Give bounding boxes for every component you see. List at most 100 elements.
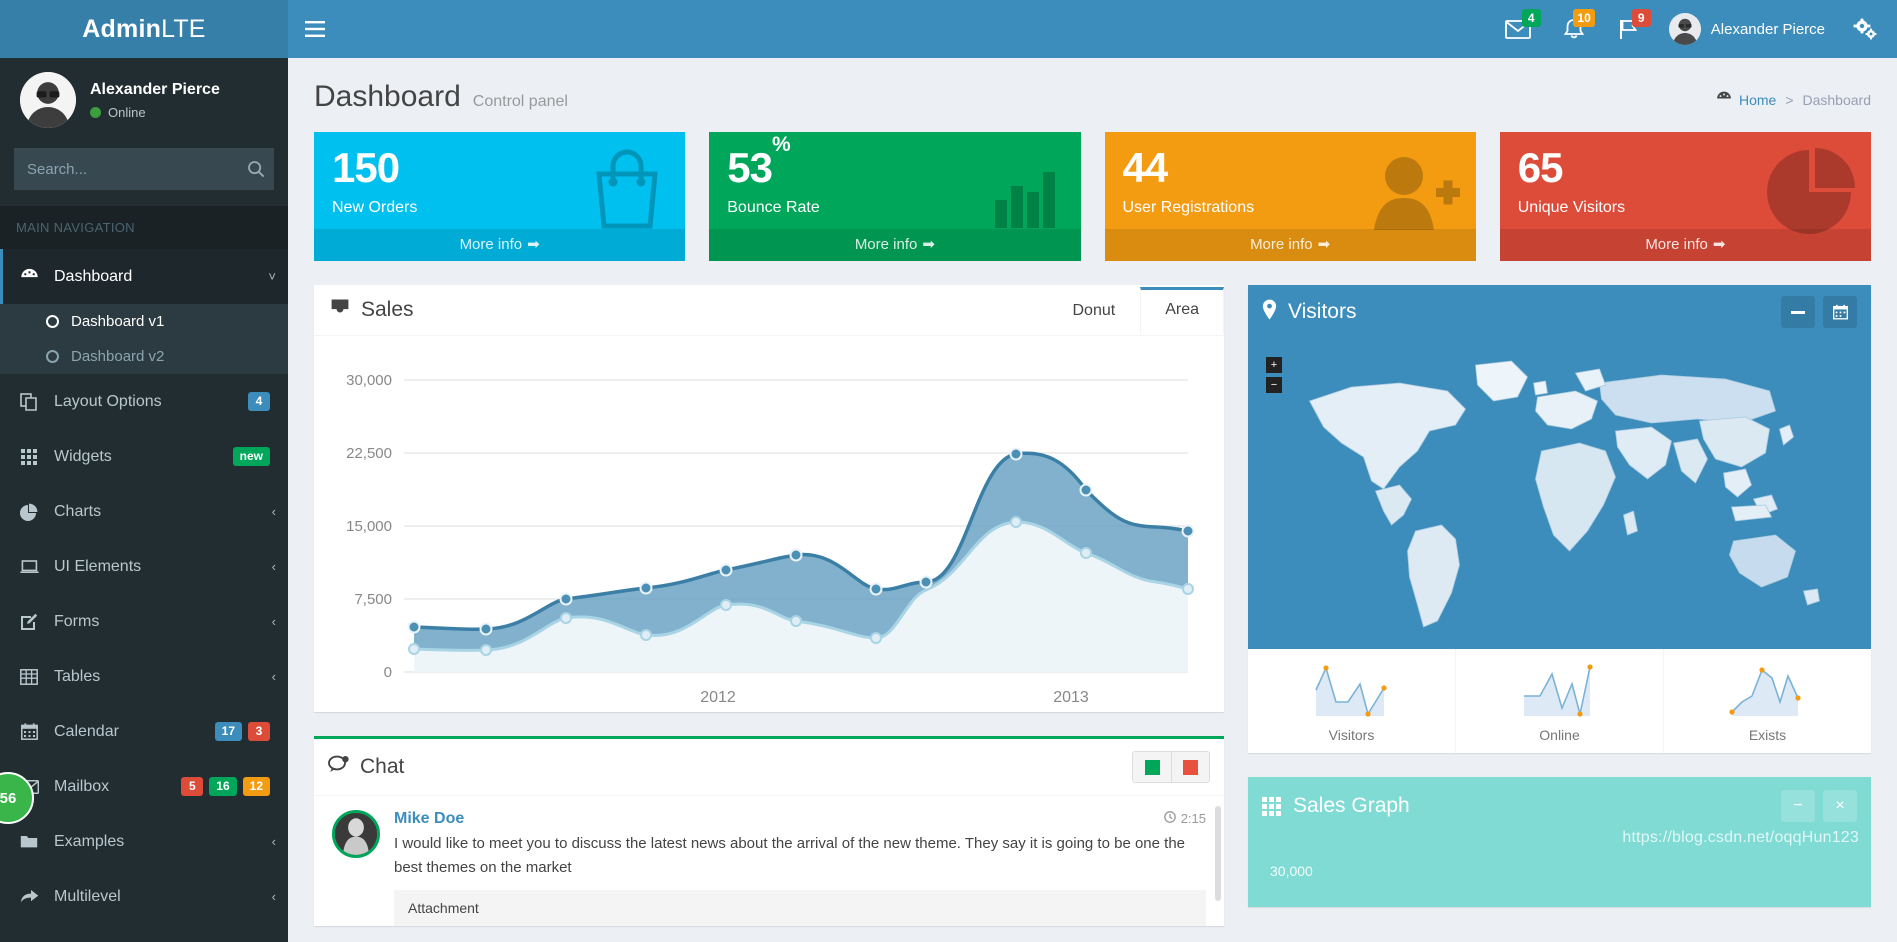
sidebar-item-tables[interactable]: Tables ‹: [0, 649, 288, 704]
share-icon: [18, 889, 40, 904]
chat-panel-controls: [1132, 751, 1210, 783]
laptop-icon: [18, 559, 40, 575]
sidebar-item-charts[interactable]: Charts ‹: [0, 484, 288, 539]
sidebar-item-label: UI Elements: [54, 558, 258, 576]
sidebar-section-header: MAIN NAVIGATION: [0, 206, 288, 249]
sidebar-toggle-button[interactable]: [288, 0, 342, 58]
stat-more-info-link[interactable]: More info➡: [314, 229, 685, 261]
chat-message-body: Mike Doe 2:15 I would like t: [394, 810, 1206, 926]
sidebar-item-layout-options[interactable]: Layout Options 4: [0, 374, 288, 429]
sidebar-item-label: Widgets: [54, 448, 219, 466]
folder-icon: [18, 834, 40, 849]
stat-value: 53%: [727, 146, 1062, 190]
sidebar-item-label: Dashboard: [54, 268, 254, 286]
sidebar-item-multilevel[interactable]: Multilevel ‹: [0, 869, 288, 924]
files-icon: [18, 393, 40, 411]
stat-more-info-link[interactable]: More info➡: [1500, 229, 1871, 261]
tab-area[interactable]: Area: [1140, 287, 1224, 334]
chat-scrollbar[interactable]: [1215, 806, 1221, 901]
area-chart-svg: 30,000 22,500 15,000 7,500 0: [326, 350, 1206, 702]
messages-menu-button[interactable]: 4: [1489, 0, 1547, 58]
chat-attachment[interactable]: Attachment: [394, 890, 1206, 926]
sidebar-badge: 4: [248, 392, 270, 411]
sidebar-item-calendar[interactable]: Calendar 17 3: [0, 704, 288, 759]
sales-graph-controls: − ×: [1781, 790, 1857, 822]
sparkline-label: Exists: [1672, 727, 1863, 743]
zoom-in-button[interactable]: +: [1266, 357, 1282, 373]
breadcrumb-home-link[interactable]: Home: [1716, 90, 1776, 109]
sparkline-visitors[interactable]: Visitors: [1248, 649, 1455, 753]
sidebar-item-label: Layout Options: [54, 393, 234, 411]
sidebar-item-ui-elements[interactable]: UI Elements ‹: [0, 539, 288, 594]
chat-status-green-button[interactable]: [1133, 752, 1171, 782]
chat-status-red-button[interactable]: [1171, 752, 1209, 782]
search-icon[interactable]: [238, 149, 273, 189]
chevron-left-icon: ‹: [272, 559, 276, 574]
stat-more-info-link[interactable]: More info➡: [709, 229, 1080, 261]
search-input[interactable]: [15, 161, 238, 178]
visitors-map-panel: Visitors: [1248, 285, 1871, 753]
stat-boxes-row: 150 New Orders More info➡ 53% Bounce Rat…: [314, 132, 1871, 261]
sidebar-item-widgets[interactable]: Widgets new: [0, 429, 288, 484]
sidebar-item-label: Calendar: [54, 723, 201, 741]
sales-panel-header: Sales Donut Area: [314, 285, 1224, 336]
user-menu-button[interactable]: Alexander Pierce: [1657, 0, 1841, 58]
circle-o-icon: [46, 350, 59, 363]
sidebar-item-forms[interactable]: Forms ‹: [0, 594, 288, 649]
arrow-circle-right-icon: ➡: [922, 236, 935, 253]
sidebar-badge: 12: [243, 777, 270, 796]
map-marker-icon: [1262, 299, 1277, 326]
breadcrumb-current: Dashboard: [1803, 92, 1872, 108]
table-icon: [18, 669, 40, 685]
brand-logo[interactable]: AdminLTE: [0, 0, 288, 58]
stat-box-unique-visitors[interactable]: 65 Unique Visitors More info➡: [1500, 132, 1871, 261]
tab-donut[interactable]: Donut: [1048, 287, 1141, 334]
svg-text:15,000: 15,000: [346, 518, 392, 535]
minimize-button[interactable]: −: [1781, 790, 1815, 822]
control-sidebar-toggle[interactable]: [1841, 0, 1897, 58]
right-column: Visitors: [1248, 285, 1871, 942]
stat-box-bounce-rate[interactable]: 53% Bounce Rate More info➡: [709, 132, 1080, 261]
stat-more-info-link[interactable]: More info➡: [1105, 229, 1476, 261]
chevron-left-icon: ‹: [272, 504, 276, 519]
minimize-button[interactable]: [1781, 296, 1815, 328]
sidebar-user-status-label: Online: [108, 105, 146, 120]
top-navbar: 4 10 9 Alexander Pierce: [288, 0, 1897, 58]
zoom-out-button[interactable]: −: [1266, 377, 1282, 393]
sales-graph-axis-label: 30,000: [1270, 863, 1313, 879]
sidebar-item-mailbox[interactable]: Mailbox 5 16 12: [0, 759, 288, 814]
sparkline-label: Online: [1464, 727, 1655, 743]
stat-label: Unique Visitors: [1518, 199, 1853, 221]
sparkline-exists[interactable]: Exists: [1663, 649, 1871, 753]
sidebar-badge: 3: [248, 722, 270, 741]
chat-panel-header: Chat: [314, 739, 1224, 796]
dashboard-columns: Sales Donut Area: [314, 285, 1871, 942]
calendar-icon: [18, 723, 40, 740]
sidebar-item-dashboard[interactable]: Dashboard ˅: [0, 249, 288, 304]
visitor-sparklines: Visitors Online: [1248, 649, 1871, 753]
stat-box-user-registrations[interactable]: 44 User Registrations More info➡: [1105, 132, 1476, 261]
sparkline-online[interactable]: Online: [1455, 649, 1663, 753]
stat-box-new-orders[interactable]: 150 New Orders More info➡: [314, 132, 685, 261]
close-button[interactable]: ×: [1823, 790, 1857, 822]
world-map[interactable]: + −: [1248, 339, 1871, 649]
svg-text:0: 0: [384, 664, 392, 681]
content-body: 150 New Orders More info➡ 53% Bounce Rat…: [288, 132, 1897, 942]
sidebar-subitem-dashboard-v2[interactable]: Dashboard v2: [0, 339, 288, 374]
chat-panel-title: Chat: [328, 755, 404, 780]
tasks-menu-button[interactable]: 9: [1601, 0, 1657, 58]
chat-author[interactable]: Mike Doe: [394, 810, 464, 828]
sales-panel-title: Sales: [314, 285, 430, 335]
sales-area-chart[interactable]: 30,000 22,500 15,000 7,500 0: [314, 336, 1224, 712]
sidebar-item-examples[interactable]: Examples ‹: [0, 814, 288, 869]
chevron-left-icon: ‹: [272, 614, 276, 629]
stat-label: Bounce Rate: [727, 199, 1062, 221]
sidebar-subitem-dashboard-v1[interactable]: Dashboard v1: [0, 304, 288, 339]
visitors-panel-title: Visitors: [1262, 299, 1356, 326]
sidebar-user-panel[interactable]: Alexander Pierce Online: [0, 58, 288, 144]
calendar-button[interactable]: [1823, 296, 1857, 328]
map-zoom-controls: + −: [1266, 357, 1282, 393]
sidebar-subitem-label: Dashboard v2: [71, 348, 164, 365]
navbar-right-menu: 4 10 9 Alexander Pierce: [1489, 0, 1897, 58]
notifications-menu-button[interactable]: 10: [1547, 0, 1601, 58]
